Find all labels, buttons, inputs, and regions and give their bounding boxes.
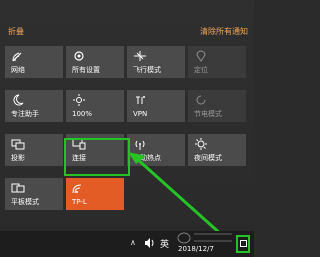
- location-icon: [196, 50, 206, 62]
- brightness-icon: [73, 94, 85, 106]
- tile-label: VPN: [133, 110, 148, 118]
- tile-label: 飞行模式: [133, 66, 161, 74]
- tile-location[interactable]: 定位: [188, 46, 246, 78]
- tile-label: 所有设置: [72, 66, 100, 74]
- show-hidden-icons-chevron[interactable]: ∧: [130, 238, 136, 247]
- tile-brightness[interactable]: 100%: [66, 90, 124, 122]
- connect-icon: [72, 138, 86, 150]
- tile-label: 平板模式: [11, 198, 39, 206]
- taskbar-clock[interactable]: 2018/12/7: [178, 245, 214, 253]
- tile-label: 节电模式: [194, 110, 222, 118]
- vpn-icon: [136, 96, 145, 104]
- tile-label: 定位: [194, 66, 208, 74]
- tile-label: TP-L: [72, 198, 87, 206]
- tile-label: 夜间模式: [194, 154, 222, 162]
- tile-mobile-hotspot[interactable]: 移动热点: [127, 134, 185, 166]
- tile-all-settings[interactable]: 所有设置: [66, 46, 124, 78]
- tile-label: 专注助手: [11, 110, 39, 118]
- tile-battery-saver[interactable]: 节电模式: [188, 90, 246, 122]
- tile-network[interactable]: 网络: [5, 46, 63, 78]
- night-light-icon: [195, 138, 207, 150]
- tablet-mode-icon: [11, 183, 25, 193]
- tile-focus-assist[interactable]: 专注助手: [5, 90, 63, 122]
- gear-icon: [74, 51, 84, 61]
- notification-icon: [240, 240, 247, 247]
- tile-airplane-mode[interactable]: 飞行模式: [127, 46, 185, 78]
- tile-project[interactable]: 投影: [5, 134, 63, 166]
- tile-label: 100%: [72, 110, 93, 118]
- tile-vpn[interactable]: VPN: [127, 90, 185, 122]
- moon-icon: [13, 94, 24, 106]
- tile-label: 投影: [11, 154, 25, 162]
- volume-icon[interactable]: [144, 237, 156, 249]
- action-center-header: 折叠 清除所有通知: [0, 0, 254, 42]
- tile-connect[interactable]: 连接: [66, 134, 124, 166]
- tile-night-light[interactable]: 夜间模式: [188, 134, 246, 166]
- tile-label: 连接: [72, 154, 86, 162]
- project-icon: [11, 139, 25, 150]
- airplane-icon: [134, 51, 146, 61]
- network-icon: [12, 52, 22, 62]
- action-center-button[interactable]: [236, 235, 250, 253]
- tile-label: 网络: [11, 66, 25, 74]
- tile-label: 移动热点: [133, 154, 161, 162]
- wifi-icon: [72, 184, 82, 194]
- watermark-logo: [177, 232, 232, 244]
- quick-actions-grid: 网络 所有设置 飞行模式 定位 专注助手 100% VPN 节电模式 投影 连接…: [5, 46, 249, 222]
- clear-all-notifications-link[interactable]: 清除所有通知: [200, 26, 248, 37]
- tile-wifi[interactable]: TP-L: [66, 178, 124, 210]
- tile-tablet-mode[interactable]: 平板模式: [5, 178, 63, 210]
- battery-saver-icon: [196, 95, 206, 105]
- action-center: 折叠 清除所有通知 网络 所有设置 飞行模式 定位 专注助手 100% VPN …: [0, 0, 254, 257]
- input-language-indicator[interactable]: 英: [160, 237, 169, 250]
- collapse-link[interactable]: 折叠: [8, 26, 24, 37]
- hotspot-icon: [135, 140, 145, 150]
